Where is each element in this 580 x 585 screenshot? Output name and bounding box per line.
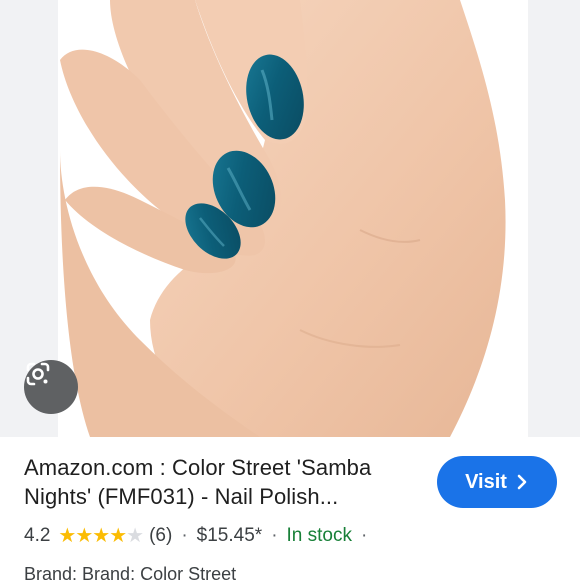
- product-meta-row: 4.2 ★★★★★ (6) · $15.45* · In stock ·: [24, 523, 376, 548]
- product-info-panel: Amazon.com : Color Street 'Samba Nights'…: [0, 437, 580, 584]
- product-title-line-1: Amazon.com : Color Street 'Samba: [24, 455, 372, 480]
- stock-status: In stock: [286, 524, 352, 546]
- hand-with-teal-nails-illustration: [58, 0, 528, 437]
- star-icon: ★: [58, 525, 76, 547]
- google-lens-icon: [26, 362, 50, 386]
- separator-dot: ·: [271, 524, 278, 546]
- separator-dot: ·: [361, 524, 368, 546]
- review-count: (6): [149, 524, 173, 546]
- brand-line: Brand: Brand: Color Street: [24, 564, 237, 584]
- product-title[interactable]: Amazon.com : Color Street 'Samba Nights'…: [24, 453, 424, 511]
- star-icon: ★: [92, 525, 110, 547]
- product-title-line-2: Nights' (FMF031) - Nail Polish...: [24, 484, 339, 509]
- google-lens-button[interactable]: [24, 360, 78, 414]
- rating-value: 4.2: [24, 524, 51, 546]
- price: $15.45*: [196, 524, 263, 546]
- rating-stars: ★★★★★: [58, 523, 144, 548]
- visit-button[interactable]: Visit: [437, 456, 557, 508]
- separator-dot: ·: [181, 524, 188, 546]
- chevron-right-icon: [517, 474, 527, 490]
- star-empty-icon: ★: [126, 525, 144, 547]
- product-image[interactable]: [0, 0, 580, 437]
- visit-label: Visit: [465, 470, 507, 493]
- star-icon: ★: [109, 525, 127, 547]
- star-icon: ★: [75, 525, 93, 547]
